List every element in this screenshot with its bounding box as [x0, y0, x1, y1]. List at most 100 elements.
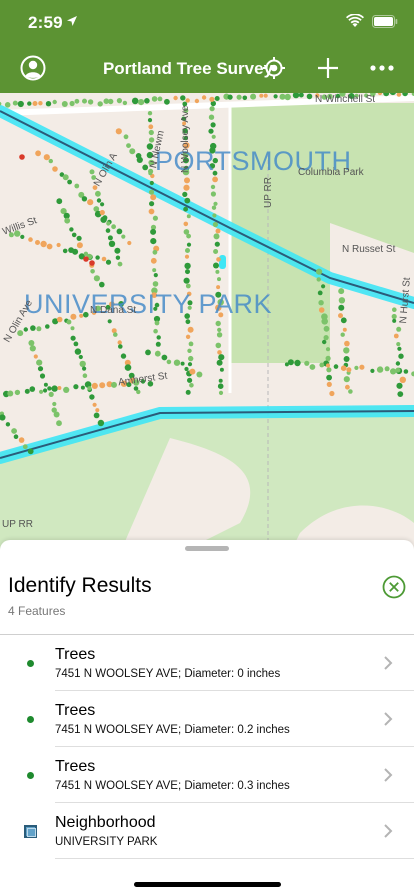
tree-point[interactable]: [96, 198, 102, 203]
tree-point[interactable]: [287, 359, 294, 366]
tree-point[interactable]: [87, 386, 92, 391]
tree-point[interactable]: [217, 327, 222, 332]
tree-point[interactable]: [90, 269, 95, 274]
tree-point[interactable]: [35, 240, 40, 245]
tree-point[interactable]: [148, 189, 155, 195]
tree-point[interactable]: [28, 340, 35, 346]
tree-point[interactable]: [149, 180, 154, 186]
tree-point[interactable]: [183, 206, 189, 212]
tree-point[interactable]: [150, 238, 157, 245]
tree-point[interactable]: [17, 100, 24, 108]
tree-point[interactable]: [105, 259, 112, 265]
tree-point[interactable]: [124, 364, 132, 371]
tree-point[interactable]: [208, 128, 214, 134]
tree-point[interactable]: [340, 365, 347, 372]
tree-point[interactable]: [354, 365, 359, 370]
tree-point[interactable]: [36, 359, 43, 366]
tree-point[interactable]: [43, 154, 50, 161]
tree-point[interactable]: [294, 359, 301, 367]
more-button[interactable]: [366, 52, 398, 84]
tree-point[interactable]: [113, 332, 118, 337]
tree-point[interactable]: [184, 366, 189, 372]
tree-point[interactable]: [227, 94, 233, 100]
tree-point[interactable]: [118, 344, 123, 349]
tree-point[interactable]: [82, 98, 87, 104]
tree-point[interactable]: [298, 93, 304, 98]
tree-point[interactable]: [48, 391, 54, 397]
tree-point[interactable]: [216, 332, 223, 338]
list-item[interactable]: Trees 7451 N WOOLSEY AVE; Diameter: 0.2 …: [0, 691, 414, 747]
tree-point[interactable]: [340, 332, 345, 337]
tree-point[interactable]: [28, 237, 33, 242]
tree-point[interactable]: [389, 93, 396, 96]
tree-point[interactable]: [29, 345, 36, 352]
tree-point[interactable]: [217, 383, 224, 390]
tree-point[interactable]: [395, 367, 401, 373]
tree-point[interactable]: [29, 386, 36, 392]
tree-point[interactable]: [43, 388, 48, 393]
tree-point[interactable]: [43, 382, 48, 387]
tree-point[interactable]: [56, 198, 63, 205]
tree-point[interactable]: [40, 240, 47, 248]
tree-point[interactable]: [115, 128, 122, 135]
tree-point[interactable]: [333, 364, 339, 369]
tree-point[interactable]: [117, 340, 122, 345]
tree-point[interactable]: [370, 368, 375, 373]
tree-point[interactable]: [343, 356, 350, 362]
list-item[interactable]: Neighborhood UNIVERSITY PARK: [0, 803, 414, 859]
tree-point[interactable]: [66, 319, 72, 325]
tree-point[interactable]: [173, 95, 178, 101]
tree-point[interactable]: [11, 428, 17, 434]
tree-point[interactable]: [180, 95, 186, 101]
tree-point[interactable]: [38, 101, 43, 106]
tree-point[interactable]: [78, 354, 83, 360]
tree-point[interactable]: [317, 290, 323, 296]
tree-point[interactable]: [173, 359, 181, 366]
tree-point[interactable]: [36, 326, 42, 332]
tree-point[interactable]: [61, 101, 68, 107]
tree-point[interactable]: [99, 382, 106, 389]
tree-point[interactable]: [69, 227, 74, 232]
tree-point[interactable]: [396, 326, 402, 332]
tree-point[interactable]: [99, 209, 105, 216]
tree-point[interactable]: [184, 262, 191, 270]
tree-point[interactable]: [185, 389, 191, 395]
tree-point[interactable]: [304, 360, 310, 366]
tree-point[interactable]: [89, 260, 95, 266]
tree-point[interactable]: [70, 335, 76, 341]
tree-point[interactable]: [150, 257, 157, 264]
tree-point[interactable]: [4, 102, 11, 108]
tree-point[interactable]: [396, 342, 401, 347]
tree-point[interactable]: [52, 99, 57, 105]
tree-point[interactable]: [189, 368, 196, 375]
tree-point[interactable]: [325, 363, 331, 368]
tree-point[interactable]: [306, 93, 313, 100]
tree-point[interactable]: [148, 124, 154, 130]
tree-point[interactable]: [157, 96, 163, 102]
tree-point[interactable]: [397, 391, 404, 397]
sheet-grabber[interactable]: [185, 546, 229, 551]
tree-point[interactable]: [216, 257, 221, 262]
tree-point[interactable]: [152, 215, 158, 221]
tree-point[interactable]: [392, 318, 397, 323]
tree-point[interactable]: [81, 196, 88, 202]
tree-point[interactable]: [292, 93, 300, 99]
tree-point[interactable]: [184, 177, 190, 184]
tree-point[interactable]: [318, 307, 325, 313]
tree-point[interactable]: [73, 341, 79, 347]
tree-point[interactable]: [211, 205, 217, 210]
tree-point[interactable]: [92, 402, 97, 407]
tree-point[interactable]: [215, 228, 221, 234]
tree-point[interactable]: [166, 359, 172, 365]
tree-point[interactable]: [342, 327, 347, 332]
map-view[interactable]: PORTSMOUTH UNIVERSITY PARK N Winchell St…: [0, 93, 414, 553]
tree-point[interactable]: [187, 362, 193, 367]
tree-point[interactable]: [83, 256, 89, 262]
tree-point[interactable]: [57, 386, 62, 390]
tree-point[interactable]: [186, 214, 191, 219]
tree-point[interactable]: [345, 384, 350, 390]
tree-point[interactable]: [153, 273, 158, 278]
tree-point[interactable]: [152, 268, 157, 273]
tree-point[interactable]: [116, 228, 123, 235]
account-button[interactable]: [17, 52, 49, 84]
